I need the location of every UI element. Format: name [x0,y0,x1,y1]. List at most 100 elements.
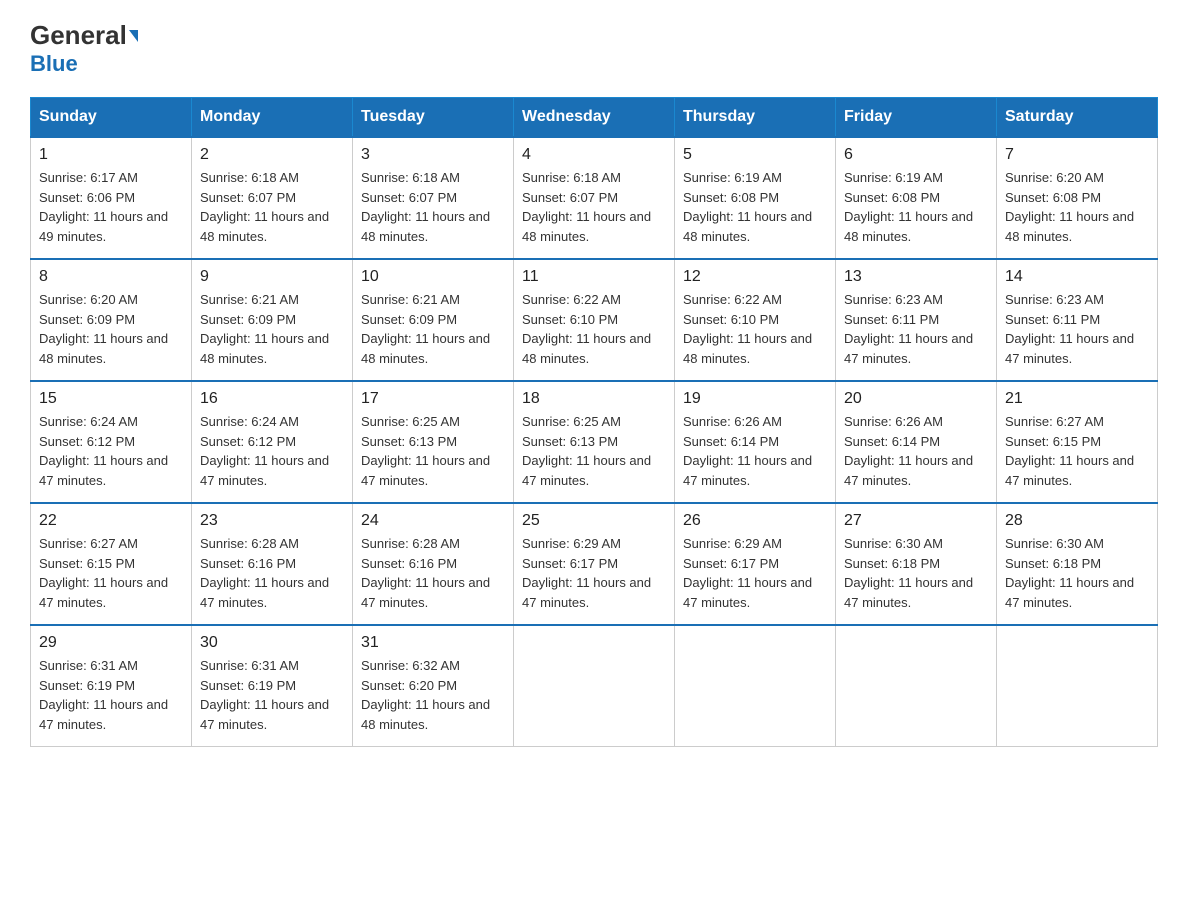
day-number: 16 [200,390,344,408]
day-info: Sunrise: 6:24 AM Sunset: 6:12 PM Dayligh… [39,412,183,490]
calendar-day-cell: 30 Sunrise: 6:31 AM Sunset: 6:19 PM Dayl… [192,625,353,747]
day-number: 27 [844,512,988,530]
day-number: 11 [522,268,666,286]
day-number: 2 [200,146,344,164]
calendar-day-cell: 6 Sunrise: 6:19 AM Sunset: 6:08 PM Dayli… [836,137,997,259]
day-info: Sunrise: 6:27 AM Sunset: 6:15 PM Dayligh… [1005,412,1149,490]
day-info: Sunrise: 6:29 AM Sunset: 6:17 PM Dayligh… [683,534,827,612]
calendar-day-cell: 19 Sunrise: 6:26 AM Sunset: 6:14 PM Dayl… [675,381,836,503]
calendar-day-cell: 15 Sunrise: 6:24 AM Sunset: 6:12 PM Dayl… [31,381,192,503]
weekday-header-saturday: Saturday [997,98,1158,138]
calendar-day-cell: 3 Sunrise: 6:18 AM Sunset: 6:07 PM Dayli… [353,137,514,259]
weekday-header-wednesday: Wednesday [514,98,675,138]
day-number: 28 [1005,512,1149,530]
day-number: 22 [39,512,183,530]
logo-triangle-icon [129,30,138,42]
day-info: Sunrise: 6:18 AM Sunset: 6:07 PM Dayligh… [361,168,505,246]
calendar-week-row: 8 Sunrise: 6:20 AM Sunset: 6:09 PM Dayli… [31,259,1158,381]
day-info: Sunrise: 6:19 AM Sunset: 6:08 PM Dayligh… [683,168,827,246]
day-number: 8 [39,268,183,286]
calendar-day-cell: 21 Sunrise: 6:27 AM Sunset: 6:15 PM Dayl… [997,381,1158,503]
weekday-header-sunday: Sunday [31,98,192,138]
day-info: Sunrise: 6:26 AM Sunset: 6:14 PM Dayligh… [844,412,988,490]
day-info: Sunrise: 6:28 AM Sunset: 6:16 PM Dayligh… [200,534,344,612]
calendar-day-cell: 31 Sunrise: 6:32 AM Sunset: 6:20 PM Dayl… [353,625,514,747]
calendar-header-row: SundayMondayTuesdayWednesdayThursdayFrid… [31,98,1158,138]
day-info: Sunrise: 6:22 AM Sunset: 6:10 PM Dayligh… [522,290,666,368]
calendar-day-cell: 20 Sunrise: 6:26 AM Sunset: 6:14 PM Dayl… [836,381,997,503]
empty-cell [836,625,997,747]
day-number: 5 [683,146,827,164]
day-number: 7 [1005,146,1149,164]
day-info: Sunrise: 6:19 AM Sunset: 6:08 PM Dayligh… [844,168,988,246]
day-info: Sunrise: 6:22 AM Sunset: 6:10 PM Dayligh… [683,290,827,368]
weekday-header-thursday: Thursday [675,98,836,138]
calendar-day-cell: 7 Sunrise: 6:20 AM Sunset: 6:08 PM Dayli… [997,137,1158,259]
calendar-day-cell: 22 Sunrise: 6:27 AM Sunset: 6:15 PM Dayl… [31,503,192,625]
weekday-header-tuesday: Tuesday [353,98,514,138]
calendar-day-cell: 16 Sunrise: 6:24 AM Sunset: 6:12 PM Dayl… [192,381,353,503]
calendar-day-cell: 11 Sunrise: 6:22 AM Sunset: 6:10 PM Dayl… [514,259,675,381]
weekday-header-friday: Friday [836,98,997,138]
day-number: 17 [361,390,505,408]
day-number: 14 [1005,268,1149,286]
day-number: 13 [844,268,988,286]
day-info: Sunrise: 6:18 AM Sunset: 6:07 PM Dayligh… [522,168,666,246]
day-info: Sunrise: 6:20 AM Sunset: 6:08 PM Dayligh… [1005,168,1149,246]
calendar-day-cell: 1 Sunrise: 6:17 AM Sunset: 6:06 PM Dayli… [31,137,192,259]
day-number: 29 [39,634,183,652]
day-number: 10 [361,268,505,286]
calendar-day-cell: 5 Sunrise: 6:19 AM Sunset: 6:08 PM Dayli… [675,137,836,259]
calendar-table: SundayMondayTuesdayWednesdayThursdayFrid… [30,97,1158,747]
calendar-day-cell: 14 Sunrise: 6:23 AM Sunset: 6:11 PM Dayl… [997,259,1158,381]
calendar-day-cell: 24 Sunrise: 6:28 AM Sunset: 6:16 PM Dayl… [353,503,514,625]
day-info: Sunrise: 6:17 AM Sunset: 6:06 PM Dayligh… [39,168,183,246]
day-number: 12 [683,268,827,286]
page-header: General Blue [30,20,1158,77]
calendar-day-cell: 10 Sunrise: 6:21 AM Sunset: 6:09 PM Dayl… [353,259,514,381]
calendar-day-cell: 2 Sunrise: 6:18 AM Sunset: 6:07 PM Dayli… [192,137,353,259]
day-number: 21 [1005,390,1149,408]
calendar-day-cell: 12 Sunrise: 6:22 AM Sunset: 6:10 PM Dayl… [675,259,836,381]
day-info: Sunrise: 6:21 AM Sunset: 6:09 PM Dayligh… [361,290,505,368]
day-info: Sunrise: 6:21 AM Sunset: 6:09 PM Dayligh… [200,290,344,368]
day-info: Sunrise: 6:28 AM Sunset: 6:16 PM Dayligh… [361,534,505,612]
day-info: Sunrise: 6:25 AM Sunset: 6:13 PM Dayligh… [522,412,666,490]
day-info: Sunrise: 6:24 AM Sunset: 6:12 PM Dayligh… [200,412,344,490]
day-number: 3 [361,146,505,164]
day-number: 23 [200,512,344,530]
day-info: Sunrise: 6:20 AM Sunset: 6:09 PM Dayligh… [39,290,183,368]
calendar-week-row: 29 Sunrise: 6:31 AM Sunset: 6:19 PM Dayl… [31,625,1158,747]
day-info: Sunrise: 6:31 AM Sunset: 6:19 PM Dayligh… [39,656,183,734]
day-info: Sunrise: 6:27 AM Sunset: 6:15 PM Dayligh… [39,534,183,612]
calendar-day-cell: 8 Sunrise: 6:20 AM Sunset: 6:09 PM Dayli… [31,259,192,381]
calendar-day-cell: 4 Sunrise: 6:18 AM Sunset: 6:07 PM Dayli… [514,137,675,259]
day-number: 31 [361,634,505,652]
calendar-day-cell: 26 Sunrise: 6:29 AM Sunset: 6:17 PM Dayl… [675,503,836,625]
calendar-week-row: 1 Sunrise: 6:17 AM Sunset: 6:06 PM Dayli… [31,137,1158,259]
day-number: 30 [200,634,344,652]
day-number: 19 [683,390,827,408]
empty-cell [675,625,836,747]
calendar-day-cell: 28 Sunrise: 6:30 AM Sunset: 6:18 PM Dayl… [997,503,1158,625]
day-info: Sunrise: 6:23 AM Sunset: 6:11 PM Dayligh… [1005,290,1149,368]
day-number: 9 [200,268,344,286]
day-info: Sunrise: 6:32 AM Sunset: 6:20 PM Dayligh… [361,656,505,734]
day-info: Sunrise: 6:31 AM Sunset: 6:19 PM Dayligh… [200,656,344,734]
day-number: 25 [522,512,666,530]
day-number: 24 [361,512,505,530]
calendar-day-cell: 18 Sunrise: 6:25 AM Sunset: 6:13 PM Dayl… [514,381,675,503]
day-number: 6 [844,146,988,164]
logo: General Blue [30,20,138,77]
calendar-day-cell: 27 Sunrise: 6:30 AM Sunset: 6:18 PM Dayl… [836,503,997,625]
calendar-day-cell: 23 Sunrise: 6:28 AM Sunset: 6:16 PM Dayl… [192,503,353,625]
day-info: Sunrise: 6:30 AM Sunset: 6:18 PM Dayligh… [1005,534,1149,612]
calendar-day-cell: 25 Sunrise: 6:29 AM Sunset: 6:17 PM Dayl… [514,503,675,625]
empty-cell [514,625,675,747]
day-info: Sunrise: 6:18 AM Sunset: 6:07 PM Dayligh… [200,168,344,246]
logo-blue-text: Blue [30,51,78,77]
calendar-week-row: 15 Sunrise: 6:24 AM Sunset: 6:12 PM Dayl… [31,381,1158,503]
day-info: Sunrise: 6:29 AM Sunset: 6:17 PM Dayligh… [522,534,666,612]
empty-cell [997,625,1158,747]
day-number: 18 [522,390,666,408]
